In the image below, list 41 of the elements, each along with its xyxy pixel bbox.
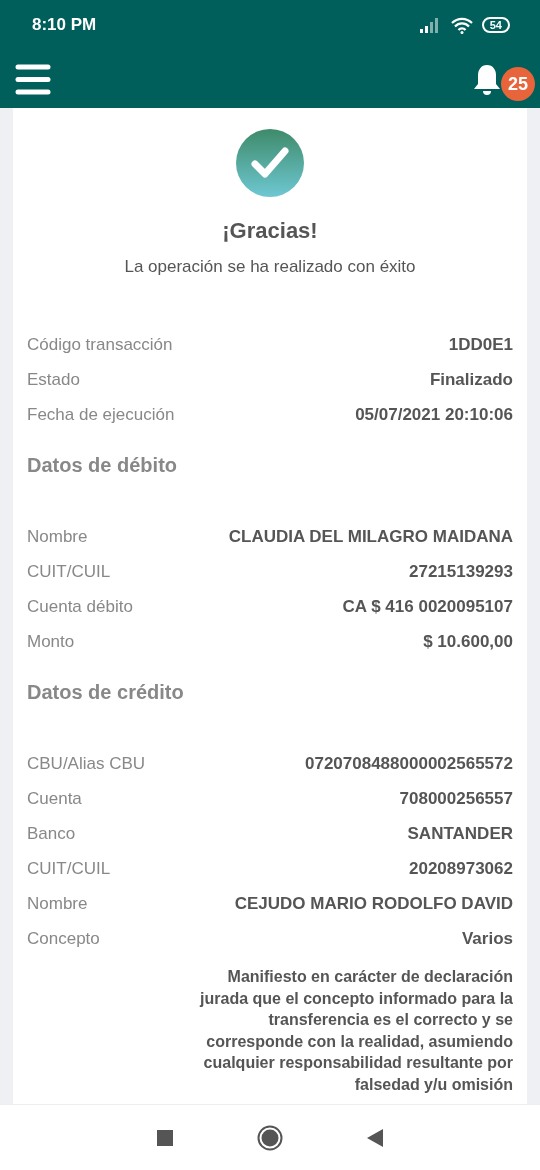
home-icon[interactable] xyxy=(257,1124,283,1151)
field-value: 708000256557 xyxy=(399,788,513,809)
status-time: 8:10 PM xyxy=(32,15,98,35)
bell-icon[interactable] xyxy=(474,63,500,97)
field-value: 0720708488000002565572 xyxy=(305,753,513,774)
field-label: Estado xyxy=(27,369,80,390)
battery-icon: 54 xyxy=(481,17,510,33)
field-label: Banco xyxy=(27,823,76,844)
field-label: Fecha de ejecución xyxy=(27,404,175,425)
field-value: $ 10.600,00 xyxy=(423,631,513,652)
field-label: Monto xyxy=(27,631,75,652)
wifi-icon xyxy=(450,16,473,34)
field-label: Nombre xyxy=(27,526,88,547)
menu-icon[interactable] xyxy=(15,62,51,96)
field-label: CUIT/CUIL xyxy=(27,561,111,582)
section-heading: Datos de crédito xyxy=(27,680,185,705)
field-label: CBU/Alias CBU xyxy=(27,753,146,774)
success-check-icon xyxy=(235,128,305,198)
field-value: CLAUDIA DEL MILAGRO MAIDANA xyxy=(228,526,513,547)
recent-apps-icon[interactable] xyxy=(157,1129,173,1146)
section-heading: Datos de débito xyxy=(27,453,178,478)
field-value: SANTANDER xyxy=(407,823,513,844)
field-value: 27215139293 xyxy=(409,561,513,582)
field-label: CUIT/CUIL xyxy=(27,858,111,879)
field-value: CEJUDO MARIO RODOLFO DAVID xyxy=(234,893,513,914)
field-value: Finalizado xyxy=(429,369,513,390)
field-label: Código transacción xyxy=(27,334,173,355)
notification-badge: 25 xyxy=(501,67,535,101)
field-label: Nombre xyxy=(27,893,88,914)
field-label: Concepto xyxy=(27,928,100,949)
back-icon[interactable] xyxy=(367,1128,383,1147)
success-title: ¡Gracias! xyxy=(222,218,318,244)
field-value: 20208973062 xyxy=(409,858,513,879)
field-value: 1DD0E1 xyxy=(448,334,513,355)
success-message: La operación se ha realizado con éxito xyxy=(124,257,416,277)
field-value: Varios xyxy=(461,928,513,949)
declaration-text: Manifiesto en carácter de declaración jurada que el concepto informado para la transferencia es el correcto y se corresponde con la realidad, asumiendo cualquier responsabilidad resultante por falsedad y/u omisión xyxy=(198,967,513,1095)
field-label: Cuenta débito xyxy=(27,596,133,617)
field-value: CA $ 416 0020095107 xyxy=(342,596,513,617)
field-value: 05/07/2021 20:10:06 xyxy=(355,404,513,425)
field-label: Cuenta xyxy=(27,788,82,809)
